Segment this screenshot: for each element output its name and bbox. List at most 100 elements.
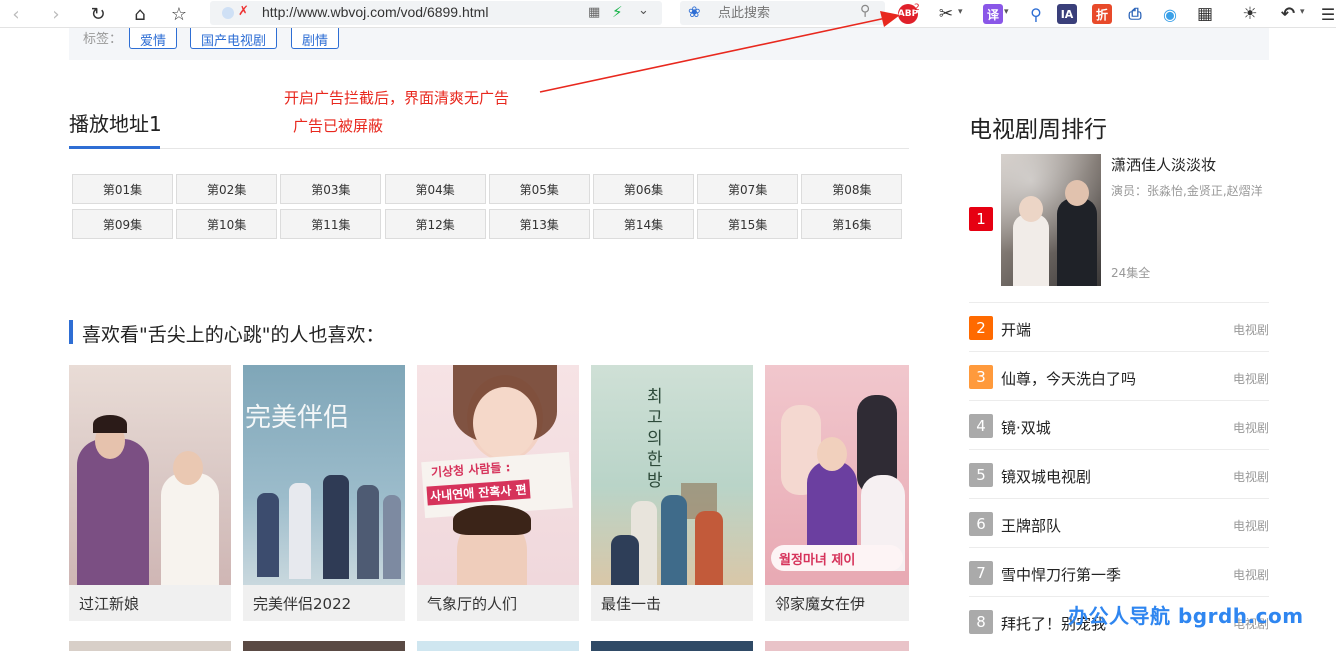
watermark: 办公人导航 bgrdh.com <box>1068 604 1304 628</box>
home-icon[interactable]: ⌂ <box>128 2 152 26</box>
rank-number: 1 <box>969 207 993 231</box>
episode-button[interactable]: 第13集 <box>488 209 590 239</box>
rank-number: 7 <box>969 561 993 585</box>
brightness-icon[interactable]: ☀ <box>1240 4 1260 24</box>
scissors-icon[interactable]: ✂ <box>936 4 956 24</box>
card-title[interactable]: 邻家魔女在伊 <box>775 593 865 614</box>
tag-drama[interactable]: 剧情 <box>291 28 340 49</box>
recommend-card[interactable]: 월정마녀 제이 邻家魔女在伊 <box>765 365 909 621</box>
url-text[interactable]: http://www.wbvoj.com/vod/6899.html <box>262 4 488 20</box>
top-rank-title[interactable]: 潇洒佳人淡淡妆 <box>1111 154 1216 175</box>
recommend-card[interactable]: 기상청 사람들 : 사내연애 잔혹사 편 气象厅的人们 <box>417 365 579 621</box>
forward-icon[interactable]: › <box>44 2 68 26</box>
poster-text: 월정마녀 제이 <box>779 553 856 568</box>
rank-number: 2 <box>969 316 993 340</box>
ia-ext-icon[interactable]: IA <box>1057 4 1077 24</box>
episode-button[interactable]: 第08集 <box>801 174 903 204</box>
recommend-card-partial[interactable] <box>765 641 909 651</box>
chevron-down-icon[interactable]: ▾ <box>958 7 963 17</box>
play-source-title[interactable]: 播放地址1 <box>69 108 162 137</box>
ranking-item[interactable]: 5 镜双城电视剧 电视剧 <box>969 449 1269 498</box>
ranking-title: 电视剧周排行 <box>969 117 1107 143</box>
ranking-item-title[interactable]: 镜·双城 <box>1001 417 1051 438</box>
recommend-card[interactable]: 过江新娘 <box>69 365 231 621</box>
episode-button[interactable]: 第10集 <box>176 209 278 239</box>
episode-button[interactable]: 第07集 <box>697 174 799 204</box>
ranking-item-title[interactable]: 雪中悍刀行第一季 <box>1001 564 1121 585</box>
poster-image[interactable] <box>69 365 231 585</box>
bookmark-star-icon[interactable]: ☆ <box>167 2 191 26</box>
annotation-line1: 开启广告拦截后，界面清爽无广告 <box>284 89 510 107</box>
divider <box>69 148 909 149</box>
ranking-item-category: 电视剧 <box>1232 323 1269 337</box>
tag-domestic-tv[interactable]: 国产电视剧 <box>190 28 278 49</box>
browser-ext-icon[interactable]: ◉ <box>1160 4 1180 24</box>
undo-icon[interactable]: ↶ <box>1278 4 1298 24</box>
episode-button[interactable]: 第03集 <box>280 174 382 204</box>
card-title[interactable]: 最佳一击 <box>601 593 661 614</box>
episode-button[interactable]: 第15集 <box>697 209 799 239</box>
ranking-item-category: 电视剧 <box>1232 470 1269 484</box>
episode-button[interactable]: 第04集 <box>384 174 486 204</box>
episode-button[interactable]: 第16集 <box>801 209 903 239</box>
ranking-item-category: 电视剧 <box>1232 568 1269 582</box>
rank-number: 8 <box>969 610 993 634</box>
translate-icon[interactable]: 译 <box>983 4 1003 24</box>
site-info-icon[interactable] <box>222 7 234 19</box>
poster-image[interactable]: 월정마녀 제이 <box>765 365 909 585</box>
rank-number: 6 <box>969 512 993 536</box>
chevron-down-icon[interactable]: ▾ <box>1300 7 1305 17</box>
back-icon[interactable]: ‹ <box>4 2 28 26</box>
annotation-line2: 广告已被屏蔽 <box>293 117 384 135</box>
chevron-down-icon[interactable]: ▾ <box>1004 7 1009 17</box>
menu-icon[interactable]: ☰ <box>1318 4 1336 24</box>
recommend-card-partial[interactable] <box>591 641 753 651</box>
grid-apps-icon[interactable]: ▦ <box>1195 4 1215 24</box>
poster-image[interactable]: 完美伴侣 <box>243 365 405 585</box>
annotation-arrow <box>539 11 900 93</box>
card-title[interactable]: 过江新娘 <box>79 593 139 614</box>
ranking-item[interactable]: 3 仙尊，今天洗白了吗 电视剧 <box>969 351 1269 400</box>
poster-image[interactable]: 최고의 한 방 <box>591 365 753 585</box>
top-rank-cast: 演员：张淼怡,金贤正,赵熠洋 <box>1111 184 1263 198</box>
tag-romance[interactable]: 爱情 <box>129 28 178 49</box>
poster-image[interactable]: 기상청 사람들 : 사내연애 잔혹사 편 <box>417 365 579 585</box>
episode-button[interactable]: 第06集 <box>593 174 694 204</box>
ranking-item[interactable]: 2 开端 电视剧 <box>969 302 1269 351</box>
recommend-card-partial[interactable] <box>417 641 579 651</box>
recommend-card-partial[interactable] <box>69 641 231 651</box>
ranking-item-category: 电视剧 <box>1232 372 1269 386</box>
ranking-item-title[interactable]: 镜双城电视剧 <box>1001 466 1091 487</box>
top-rank-episodes: 24集全 <box>1111 266 1151 280</box>
poster-image[interactable] <box>1001 154 1101 286</box>
ranking-item-title[interactable]: 王牌部队 <box>1001 515 1061 536</box>
rank-number: 4 <box>969 414 993 438</box>
printer-ext-icon[interactable]: ⎙ <box>1125 4 1145 24</box>
recommend-card[interactable]: 完美伴侣 完美伴侣2022 <box>243 365 405 621</box>
rank-number: 3 <box>969 365 993 389</box>
discount-ext-icon[interactable]: 折 <box>1092 4 1112 24</box>
reload-icon[interactable]: ↻ <box>86 2 110 26</box>
ranking-item[interactable]: 4 镜·双城 电视剧 <box>969 400 1269 449</box>
magnifier-ext-icon[interactable]: ⚲ <box>1026 4 1046 24</box>
episode-button[interactable]: 第02集 <box>176 174 278 204</box>
episode-button[interactable]: 第01集 <box>72 174 173 204</box>
adblock-badge: 2 <box>914 3 920 13</box>
ranking-item[interactable]: 7 雪中悍刀行第一季 电视剧 <box>969 547 1269 596</box>
card-title[interactable]: 气象厅的人们 <box>427 593 517 614</box>
episode-button[interactable]: 第11集 <box>280 209 382 239</box>
episode-button[interactable]: 第05集 <box>488 174 590 204</box>
active-tab-underline <box>69 146 160 149</box>
tags-label: 标签： <box>83 32 123 47</box>
ranking-item-title[interactable]: 开端 <box>1001 319 1031 340</box>
recommend-card-partial[interactable] <box>243 641 405 651</box>
recommend-title: 喜欢看"舌尖上的心跳"的人也喜欢： <box>82 324 385 346</box>
card-title[interactable]: 完美伴侣2022 <box>253 593 351 614</box>
episode-button[interactable]: 第14集 <box>593 209 694 239</box>
episode-button[interactable]: 第09集 <box>72 209 173 239</box>
episode-button[interactable]: 第12集 <box>384 209 486 239</box>
ranking-item[interactable]: 6 王牌部队 电视剧 <box>969 498 1269 547</box>
recommend-card[interactable]: 최고의 한 방 最佳一击 <box>591 365 753 621</box>
ranking-item-title[interactable]: 仙尊，今天洗白了吗 <box>1001 368 1136 389</box>
poster-text: 최고의 한 방 <box>647 387 663 491</box>
